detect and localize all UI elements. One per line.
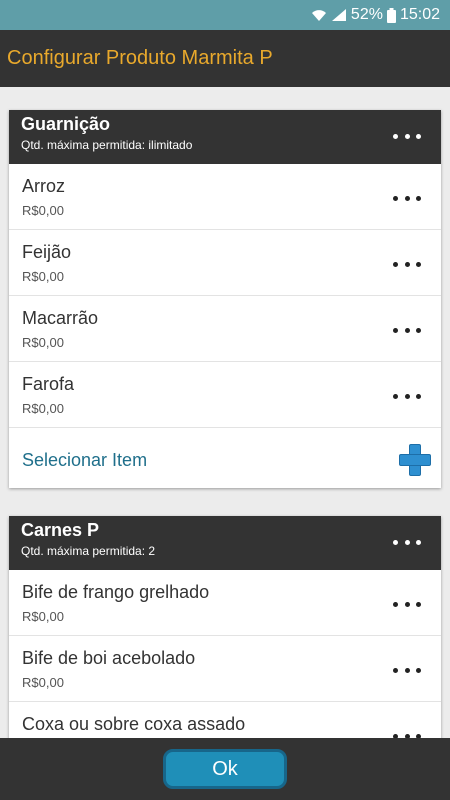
more-options-icon[interactable]	[393, 194, 421, 202]
group-subtitle: Qtd. máxima permitida: ilimitado	[21, 138, 193, 152]
item-name: Farofa	[22, 374, 75, 394]
more-options-icon[interactable]	[393, 538, 421, 546]
group-title: Guarnição	[21, 114, 111, 134]
item-price: R$0,00	[22, 335, 64, 350]
more-options-icon[interactable]	[393, 600, 421, 608]
select-item-label: Selecionar Item	[22, 450, 148, 470]
plus-icon[interactable]	[399, 444, 431, 476]
group-title: Carnes P	[21, 520, 100, 540]
clock: 15:02	[399, 6, 440, 23]
group-guarnicao: Guarnição Qtd. máxima permitida: ilimita…	[9, 110, 441, 488]
item-price: R$0,00	[22, 675, 64, 690]
item-name: Feijão	[22, 242, 72, 262]
content-scroll[interactable]: Guarnição Qtd. máxima permitida: ilimita…	[0, 87, 450, 738]
more-options-icon[interactable]	[393, 132, 421, 140]
group-carnes: Carnes P Qtd. máxima permitida: 2 Bife d…	[9, 516, 441, 738]
item-name: Bife de frango grelhado	[22, 582, 210, 602]
item-name: Coxa ou sobre coxa assado	[22, 714, 246, 734]
item-name: Macarrão	[22, 308, 99, 328]
list-item[interactable]: Coxa ou sobre coxa assado	[9, 702, 441, 738]
signal-icon	[331, 8, 347, 22]
page-title: Configurar Produto Marmita P	[7, 47, 273, 69]
item-price: R$0,00	[22, 401, 64, 416]
list-item[interactable]: Arroz R$0,00	[9, 164, 441, 230]
list-item[interactable]: Macarrão R$0,00	[9, 296, 441, 362]
list-item[interactable]: Feijão R$0,00	[9, 230, 441, 296]
bottom-bar: Ok	[0, 738, 450, 800]
battery-icon	[386, 7, 396, 23]
item-name: Arroz	[22, 176, 66, 196]
item-price: R$0,00	[22, 609, 64, 624]
status-bar: 52% 15:02	[0, 0, 450, 30]
app-bar: Configurar Produto Marmita P	[0, 30, 450, 87]
ok-button[interactable]: Ok	[163, 749, 287, 789]
more-options-icon[interactable]	[393, 326, 421, 334]
wifi-icon	[311, 8, 327, 22]
item-price: R$0,00	[22, 203, 64, 218]
group-header: Carnes P Qtd. máxima permitida: 2	[9, 516, 441, 570]
more-options-icon[interactable]	[393, 666, 421, 674]
list-item[interactable]: Bife de boi acebolado R$0,00	[9, 636, 441, 702]
list-item[interactable]: Bife de frango grelhado R$0,00	[9, 570, 441, 636]
item-price: R$0,00	[22, 269, 64, 284]
item-name: Bife de boi acebolado	[22, 648, 196, 668]
list-item[interactable]: Farofa R$0,00	[9, 362, 441, 428]
group-header: Guarnição Qtd. máxima permitida: ilimita…	[9, 110, 441, 164]
more-options-icon[interactable]	[393, 260, 421, 268]
select-item-button[interactable]: Selecionar Item	[9, 428, 441, 488]
group-subtitle: Qtd. máxima permitida: 2	[21, 544, 156, 558]
battery-level: 52%	[350, 6, 383, 23]
more-options-icon[interactable]	[393, 392, 421, 400]
